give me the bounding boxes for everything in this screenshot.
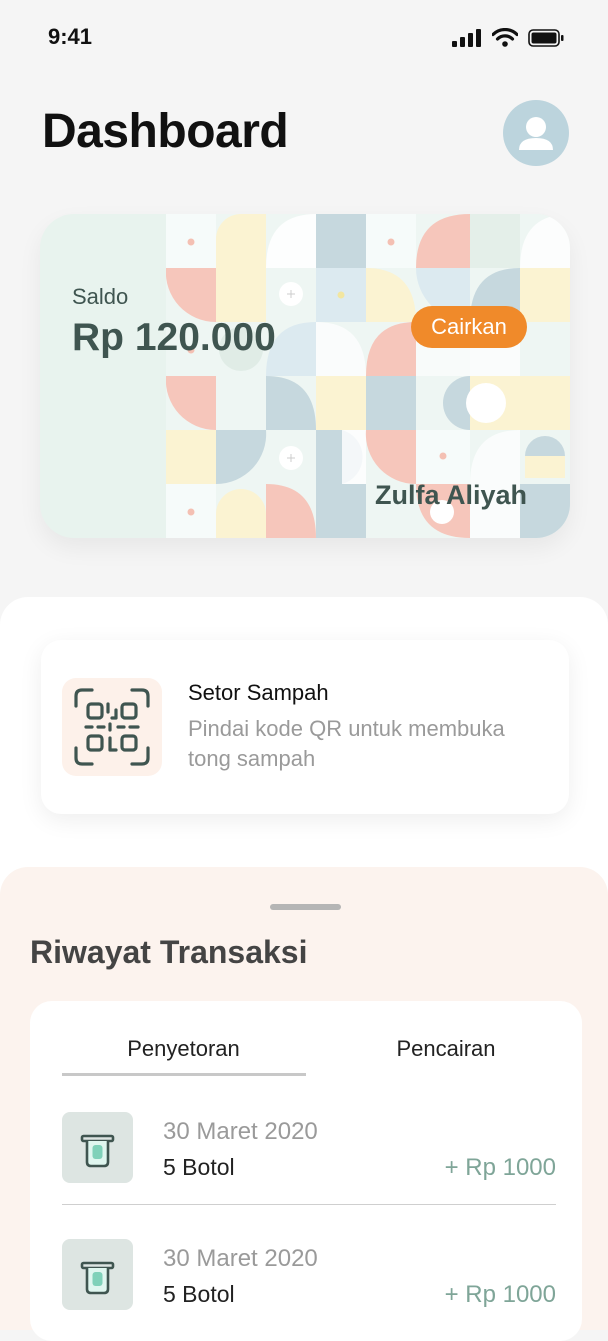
status-bar: 9:41 [0, 0, 608, 76]
qr-icon-box [62, 678, 162, 776]
transaction-date: 30 Maret 2020 [163, 1245, 318, 1272]
setor-sampah-title: Setor Sampah [188, 680, 329, 705]
qr-code-icon [74, 688, 150, 766]
balance-label: Saldo [72, 284, 129, 309]
tab-penyetoran[interactable]: Penyetoran [62, 1036, 305, 1062]
wifi-icon [492, 28, 518, 47]
setor-sampah-description: Pindai kode QR untuk membuka tong sampah [188, 716, 505, 771]
balance-amount: Rp 120.000 [72, 316, 276, 359]
transaction-quantity: 5 Botol [163, 1154, 235, 1180]
trash-bin-icon [80, 1134, 115, 1168]
row-divider [62, 1204, 556, 1205]
transaction-icon-box [62, 1239, 133, 1310]
transaction-quantity: 5 Botol [163, 1281, 235, 1307]
transaction-amount: + Rp 1000 [444, 1154, 556, 1181]
active-tab-indicator [62, 1073, 306, 1076]
transaction-amount: + Rp 1000 [444, 1281, 556, 1308]
history-title: Riwayat Transaksi [30, 934, 308, 970]
transaction-row[interactable]: 30 Maret 2020 5 Botol + Rp 1000 [62, 1239, 556, 1331]
setor-sampah-card[interactable]: Setor Sampah Pindai kode QR untuk membuk… [41, 640, 569, 814]
status-icons [452, 28, 564, 47]
user-avatar-icon [519, 117, 553, 150]
balance-card: Saldo Rp 120.000 Cairkan Zulfa Aliyah [40, 214, 570, 538]
transaction-icon-box [62, 1112, 133, 1183]
battery-icon [528, 28, 564, 47]
sheet-drag-handle[interactable] [270, 904, 341, 910]
avatar[interactable] [503, 100, 569, 166]
transaction-row[interactable]: 30 Maret 2020 5 Botol + Rp 1000 [62, 1112, 556, 1204]
card-owner-name: Zulfa Aliyah [374, 480, 527, 510]
trash-bin-icon [80, 1261, 115, 1295]
status-time: 9:41 [48, 24, 93, 49]
transaction-date: 30 Maret 2020 [163, 1118, 318, 1145]
tab-pencairan[interactable]: Pencairan [346, 1036, 546, 1062]
withdraw-button[interactable]: Cairkan [411, 306, 527, 348]
signal-icon [452, 28, 481, 47]
page-title: Dashboard [42, 105, 289, 158]
